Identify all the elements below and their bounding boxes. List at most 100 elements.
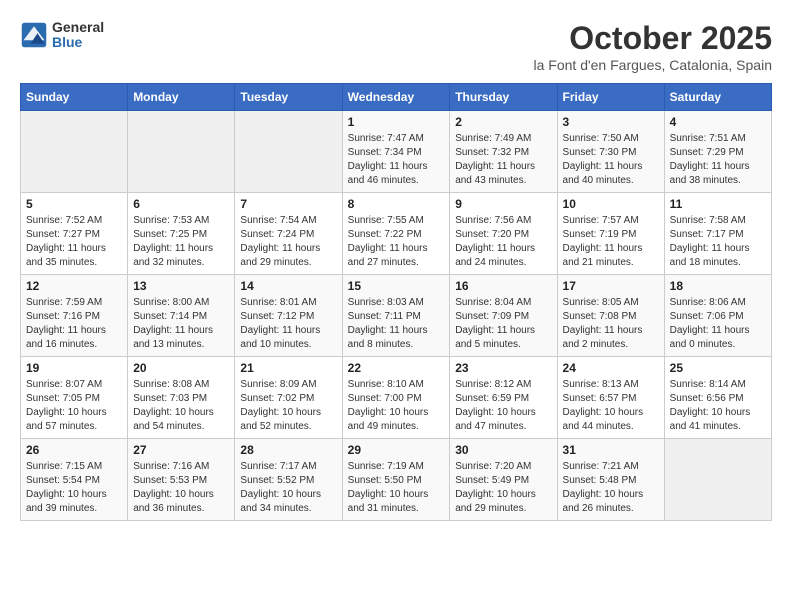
day-info: Sunrise: 7:19 AM Sunset: 5:50 PM Dayligh… xyxy=(348,460,445,516)
calendar-cell: 14 Sunrise: 8:01 AM Sunset: 7:12 PM Dayli… xyxy=(235,275,342,357)
day-info: Sunrise: 7:49 AM Sunset: 7:32 PM Dayligh… xyxy=(455,132,551,188)
day-info: Sunrise: 7:57 AM Sunset: 7:19 PM Dayligh… xyxy=(563,214,659,270)
day-number: 6 xyxy=(133,197,229,211)
day-info: Sunrise: 7:47 AM Sunset: 7:34 PM Dayligh… xyxy=(348,132,445,188)
day-number: 13 xyxy=(133,279,229,293)
day-info: Sunrise: 8:09 AM Sunset: 7:02 PM Dayligh… xyxy=(240,378,336,434)
day-info: Sunrise: 8:08 AM Sunset: 7:03 PM Dayligh… xyxy=(133,378,229,434)
day-number: 20 xyxy=(133,361,229,375)
day-number: 28 xyxy=(240,443,336,457)
day-number: 25 xyxy=(670,361,766,375)
calendar-cell: 25Sunrise: 8:14 AM Sunset: 6:56 PM Dayli… xyxy=(664,357,771,439)
day-info: Sunrise: 8:05 AM Sunset: 7:08 PM Dayligh… xyxy=(563,296,659,352)
day-info: Sunrise: 7:59 AM Sunset: 7:16 PM Dayligh… xyxy=(26,296,122,352)
calendar-cell: 11 Sunrise: 7:58 AM Sunset: 7:17 PM Dayli… xyxy=(664,193,771,275)
weekday-header: Sunday xyxy=(21,84,128,111)
page-header: General Blue October 2025 la Font d'en F… xyxy=(20,20,772,73)
title-block: October 2025 la Font d'en Fargues, Catal… xyxy=(534,20,773,73)
weekday-header: Friday xyxy=(557,84,664,111)
day-number: 16 xyxy=(455,279,551,293)
day-info: Sunrise: 8:13 AM Sunset: 6:57 PM Dayligh… xyxy=(563,378,659,434)
weekday-header: Tuesday xyxy=(235,84,342,111)
calendar-cell: 16 Sunrise: 8:04 AM Sunset: 7:09 PM Dayli… xyxy=(450,275,557,357)
calendar-cell: 12 Sunrise: 7:59 AM Sunset: 7:16 PM Dayli… xyxy=(21,275,128,357)
day-number: 26 xyxy=(26,443,122,457)
calendar-cell: 8 Sunrise: 7:55 AM Sunset: 7:22 PM Daylig… xyxy=(342,193,450,275)
day-number: 19 xyxy=(26,361,122,375)
logo: General Blue xyxy=(20,20,104,51)
day-number: 12 xyxy=(26,279,122,293)
logo-line1: General xyxy=(52,20,104,35)
calendar-body: 1 Sunrise: 7:47 AM Sunset: 7:34 PM Daylig… xyxy=(21,111,772,521)
weekday-header: Saturday xyxy=(664,84,771,111)
calendar-cell: 28 Sunrise: 7:17 AM Sunset: 5:52 PM Dayli… xyxy=(235,439,342,521)
day-info: Sunrise: 7:53 AM Sunset: 7:25 PM Dayligh… xyxy=(133,214,229,270)
day-number: 14 xyxy=(240,279,336,293)
calendar-cell: 27 Sunrise: 7:16 AM Sunset: 5:53 PM Dayli… xyxy=(128,439,235,521)
calendar-cell: 29 Sunrise: 7:19 AM Sunset: 5:50 PM Dayli… xyxy=(342,439,450,521)
day-number: 18 xyxy=(670,279,766,293)
day-number: 7 xyxy=(240,197,336,211)
calendar-cell: 13Sunrise: 8:00 AM Sunset: 7:14 PM Dayli… xyxy=(128,275,235,357)
day-info: Sunrise: 7:58 AM Sunset: 7:17 PM Dayligh… xyxy=(670,214,766,270)
day-number: 10 xyxy=(563,197,659,211)
weekday-header: Wednesday xyxy=(342,84,450,111)
calendar-table: SundayMondayTuesdayWednesdayThursdayFrid… xyxy=(20,83,772,521)
day-number: 30 xyxy=(455,443,551,457)
weekday-header: Monday xyxy=(128,84,235,111)
day-info: Sunrise: 7:50 AM Sunset: 7:30 PM Dayligh… xyxy=(563,132,659,188)
calendar-cell: 26Sunrise: 7:15 AM Sunset: 5:54 PM Dayli… xyxy=(21,439,128,521)
day-number: 11 xyxy=(670,197,766,211)
day-info: Sunrise: 7:54 AM Sunset: 7:24 PM Dayligh… xyxy=(240,214,336,270)
day-info: Sunrise: 7:16 AM Sunset: 5:53 PM Dayligh… xyxy=(133,460,229,516)
calendar-cell: 18 Sunrise: 8:06 AM Sunset: 7:06 PM Dayli… xyxy=(664,275,771,357)
day-info: Sunrise: 7:51 AM Sunset: 7:29 PM Dayligh… xyxy=(670,132,766,188)
calendar-cell: 20 Sunrise: 8:08 AM Sunset: 7:03 PM Dayli… xyxy=(128,357,235,439)
calendar-cell: 23Sunrise: 8:12 AM Sunset: 6:59 PM Dayli… xyxy=(450,357,557,439)
calendar-cell: 30Sunrise: 7:20 AM Sunset: 5:49 PM Dayli… xyxy=(450,439,557,521)
calendar-week-row: 1 Sunrise: 7:47 AM Sunset: 7:34 PM Daylig… xyxy=(21,111,772,193)
day-info: Sunrise: 8:06 AM Sunset: 7:06 PM Dayligh… xyxy=(670,296,766,352)
calendar-cell: 24 Sunrise: 8:13 AM Sunset: 6:57 PM Dayli… xyxy=(557,357,664,439)
calendar-cell xyxy=(128,111,235,193)
weekday-header: Thursday xyxy=(450,84,557,111)
month-title: October 2025 xyxy=(534,20,773,57)
day-info: Sunrise: 8:04 AM Sunset: 7:09 PM Dayligh… xyxy=(455,296,551,352)
day-info: Sunrise: 7:55 AM Sunset: 7:22 PM Dayligh… xyxy=(348,214,445,270)
calendar-header: SundayMondayTuesdayWednesdayThursdayFrid… xyxy=(21,84,772,111)
calendar-cell: 3 Sunrise: 7:50 AM Sunset: 7:30 PM Daylig… xyxy=(557,111,664,193)
calendar-cell: 31Sunrise: 7:21 AM Sunset: 5:48 PM Dayli… xyxy=(557,439,664,521)
day-info: Sunrise: 7:56 AM Sunset: 7:20 PM Dayligh… xyxy=(455,214,551,270)
day-info: Sunrise: 8:10 AM Sunset: 7:00 PM Dayligh… xyxy=(348,378,445,434)
logo-icon xyxy=(20,21,48,49)
calendar-week-row: 12 Sunrise: 7:59 AM Sunset: 7:16 PM Dayli… xyxy=(21,275,772,357)
calendar-cell: 15 Sunrise: 8:03 AM Sunset: 7:11 PM Dayli… xyxy=(342,275,450,357)
day-number: 3 xyxy=(563,115,659,129)
calendar-cell xyxy=(21,111,128,193)
calendar-cell: 17Sunrise: 8:05 AM Sunset: 7:08 PM Dayli… xyxy=(557,275,664,357)
calendar-cell: 10 Sunrise: 7:57 AM Sunset: 7:19 PM Dayli… xyxy=(557,193,664,275)
day-number: 29 xyxy=(348,443,445,457)
day-number: 24 xyxy=(563,361,659,375)
calendar-cell: 9Sunrise: 7:56 AM Sunset: 7:20 PM Daylig… xyxy=(450,193,557,275)
day-info: Sunrise: 8:03 AM Sunset: 7:11 PM Dayligh… xyxy=(348,296,445,352)
location-title: la Font d'en Fargues, Catalonia, Spain xyxy=(534,57,773,73)
calendar-cell: 1 Sunrise: 7:47 AM Sunset: 7:34 PM Daylig… xyxy=(342,111,450,193)
day-info: Sunrise: 8:07 AM Sunset: 7:05 PM Dayligh… xyxy=(26,378,122,434)
day-info: Sunrise: 8:01 AM Sunset: 7:12 PM Dayligh… xyxy=(240,296,336,352)
calendar-week-row: 26Sunrise: 7:15 AM Sunset: 5:54 PM Dayli… xyxy=(21,439,772,521)
calendar-week-row: 19 Sunrise: 8:07 AM Sunset: 7:05 PM Dayli… xyxy=(21,357,772,439)
calendar-cell xyxy=(664,439,771,521)
calendar-cell: 21Sunrise: 8:09 AM Sunset: 7:02 PM Dayli… xyxy=(235,357,342,439)
day-number: 1 xyxy=(348,115,445,129)
weekday-row: SundayMondayTuesdayWednesdayThursdayFrid… xyxy=(21,84,772,111)
calendar-cell: 5Sunrise: 7:52 AM Sunset: 7:27 PM Daylig… xyxy=(21,193,128,275)
day-number: 31 xyxy=(563,443,659,457)
day-number: 27 xyxy=(133,443,229,457)
calendar-cell: 7 Sunrise: 7:54 AM Sunset: 7:24 PM Daylig… xyxy=(235,193,342,275)
day-number: 15 xyxy=(348,279,445,293)
day-number: 8 xyxy=(348,197,445,211)
day-number: 2 xyxy=(455,115,551,129)
calendar-cell: 4Sunrise: 7:51 AM Sunset: 7:29 PM Daylig… xyxy=(664,111,771,193)
day-info: Sunrise: 7:17 AM Sunset: 5:52 PM Dayligh… xyxy=(240,460,336,516)
